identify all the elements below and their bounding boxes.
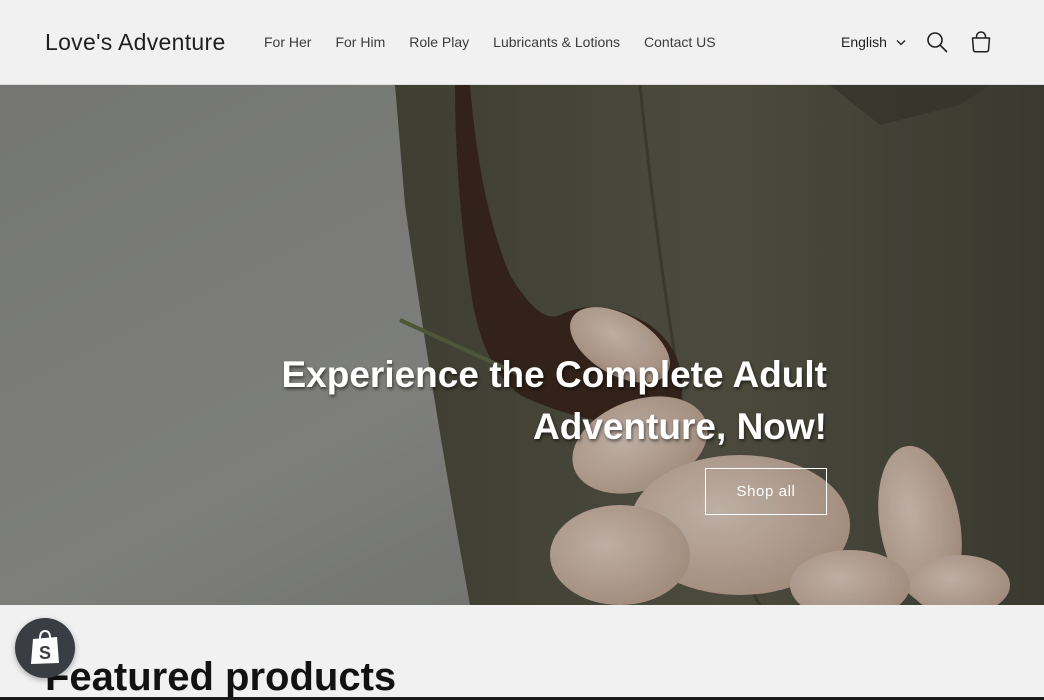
- nav-item-lubricants-lotions[interactable]: Lubricants & Lotions: [481, 30, 632, 54]
- svg-text:S: S: [39, 643, 51, 663]
- language-selector[interactable]: English: [841, 30, 906, 54]
- hero-banner: Experience the Complete Adult Adventure,…: [0, 85, 1044, 605]
- cart-icon[interactable]: [968, 29, 994, 55]
- shopify-bag-icon[interactable]: S: [15, 618, 75, 678]
- chevron-down-icon: [896, 39, 906, 45]
- hero-image: [0, 85, 1044, 605]
- shop-all-button[interactable]: Shop all: [705, 468, 827, 515]
- main-nav: For Her For Him Role Play Lubricants & L…: [252, 30, 728, 54]
- search-icon[interactable]: [924, 29, 950, 55]
- language-label: English: [841, 34, 887, 50]
- site-header: Love's Adventure For Her For Him Role Pl…: [0, 0, 1044, 85]
- nav-item-contact-us[interactable]: Contact US: [632, 30, 728, 54]
- nav-item-for-him[interactable]: For Him: [323, 30, 397, 54]
- nav-item-role-play[interactable]: Role Play: [397, 30, 481, 54]
- nav-item-for-her[interactable]: For Her: [252, 30, 323, 54]
- site-logo[interactable]: Love's Adventure: [45, 27, 226, 57]
- featured-products-title: Featured products: [45, 655, 397, 699]
- hero-heading: Experience the Complete Adult Adventure,…: [281, 354, 827, 447]
